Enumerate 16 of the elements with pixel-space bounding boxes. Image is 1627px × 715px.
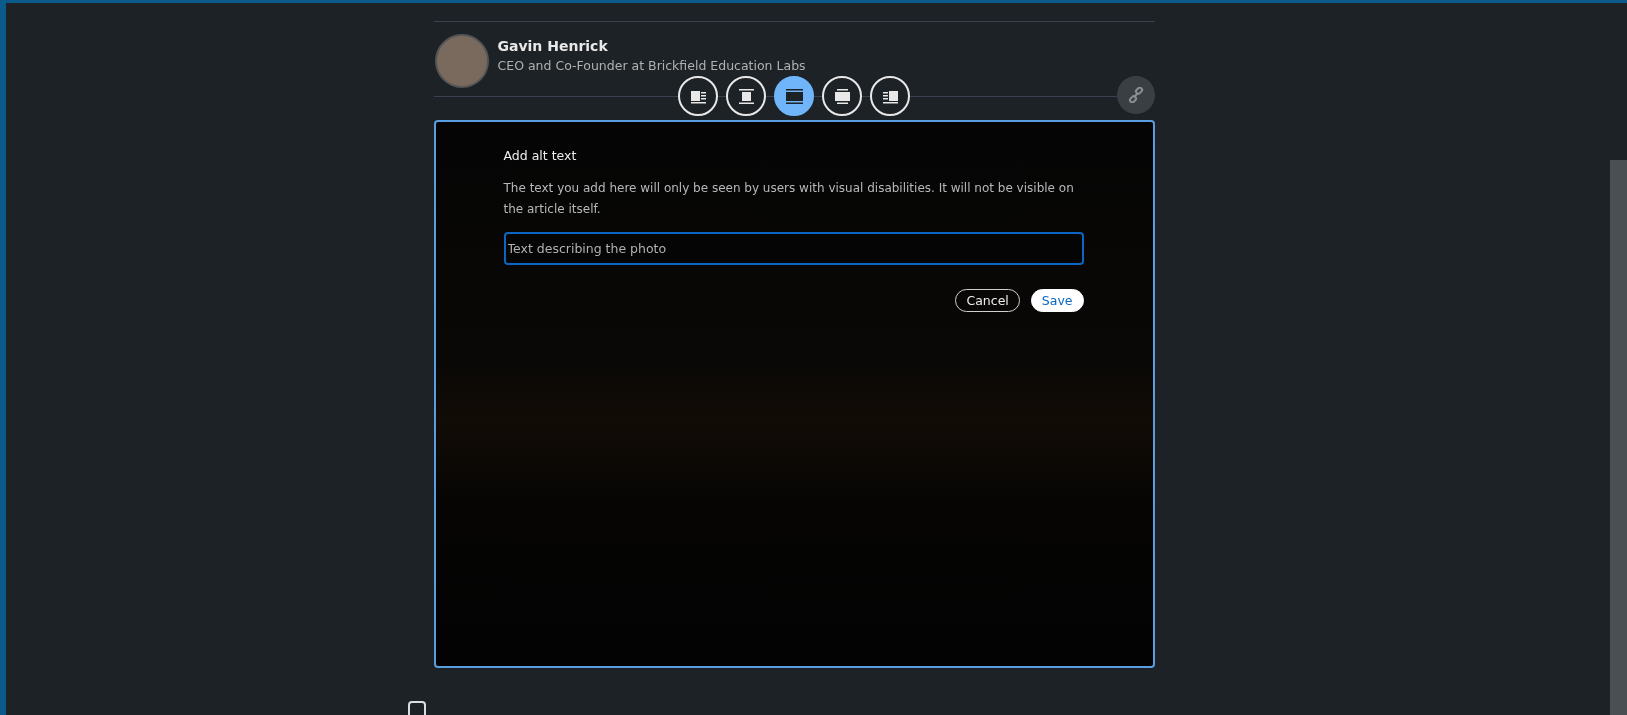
layout-icon xyxy=(881,88,899,104)
layout-icon xyxy=(833,88,851,104)
author-name: Gavin Henrick xyxy=(497,37,609,54)
layout-icon xyxy=(785,88,803,104)
dialog-title: Add alt text xyxy=(503,148,578,163)
layout-icon xyxy=(737,88,755,104)
author-headline: CEO and Co-Founder at Brickfield Education Labs xyxy=(497,57,806,73)
layout-icon xyxy=(689,88,707,104)
layout-button[interactable] xyxy=(774,76,814,116)
save-button[interactable]: Save xyxy=(1030,289,1084,312)
scrollbar-thumb[interactable] xyxy=(1610,160,1627,715)
alt-text-input[interactable]: Text describing the photo xyxy=(503,232,1084,265)
link-icon xyxy=(1127,87,1144,103)
avatar xyxy=(434,34,489,88)
dialog-description: The text you add here will only be seen by users with visual disabilities. It will not be visible on the article itself. xyxy=(503,180,1075,218)
link-button[interactable] xyxy=(1116,76,1155,114)
